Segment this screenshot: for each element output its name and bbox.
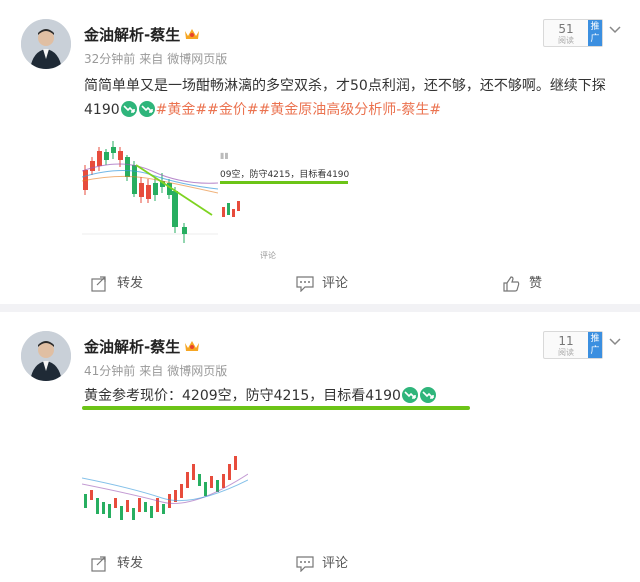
read-count: 51 <box>558 22 574 36</box>
action-bar: 转发 评论 <box>0 553 640 575</box>
source-prefix: 来自 <box>139 364 164 378</box>
read-count: 11 <box>558 334 574 348</box>
post-source[interactable]: 微博网页版 <box>167 52 227 66</box>
down-trend-emoji-icon <box>120 101 137 117</box>
avatar[interactable] <box>21 19 71 69</box>
repost-label: 转发 <box>117 276 144 291</box>
avatar[interactable] <box>21 331 71 381</box>
post-source[interactable]: 微博网页版 <box>167 364 227 378</box>
repost-icon <box>91 556 106 572</box>
post-card: 金油解析-蔡生 41分钟前 来自 微博网页版 11 阅读 推广 黄金参考现价：420… <box>0 312 640 582</box>
author-link[interactable]: 金油解析-蔡生 <box>84 338 180 356</box>
hashtag-link[interactable]: #黄金原油高级分析师-蔡生# <box>259 102 442 118</box>
repost-icon <box>91 276 106 292</box>
post-image-chart[interactable] <box>82 454 248 526</box>
post-image-caption[interactable]: ▮▮ 09空，防守4215，目标看4190 <box>220 137 350 247</box>
comment-button[interactable]: 评论 <box>296 553 376 575</box>
post-image-chart[interactable] <box>82 137 218 247</box>
like-label: 赞 <box>529 276 543 291</box>
action-bar: 转发 评论 赞 <box>0 273 640 295</box>
repost-button[interactable]: 转发 <box>91 553 171 575</box>
source-prefix: 来自 <box>139 52 164 66</box>
post-text: 简简单单又是一场酣畅淋漓的多空双杀，才50点利润，还不够，还不够啊。继续下探41… <box>84 74 624 122</box>
repost-label: 转发 <box>117 556 144 571</box>
comment-icon <box>296 556 314 572</box>
crown-icon <box>185 29 200 39</box>
like-icon <box>503 276 520 292</box>
post-meta: 41分钟前 来自 微博网页版 <box>84 362 231 379</box>
image-caption-text: 09空，防守4215，目标看4190 <box>220 170 350 180</box>
mini-candles <box>222 201 240 217</box>
down-trend-emoji-icon <box>419 387 436 403</box>
read-count-box[interactable]: 11 阅读 推广 <box>543 331 603 359</box>
down-trend-emoji-icon <box>401 387 418 403</box>
image-underline <box>220 181 348 184</box>
post-text: 黄金参考现价：4209空，防守4215，目标看4190 <box>84 384 624 408</box>
comment-label: 评论 <box>322 556 349 571</box>
chevron-down-icon[interactable] <box>609 336 621 348</box>
comment-icon <box>296 276 314 292</box>
hashtag-link[interactable]: #黄金# <box>156 102 207 118</box>
comment-label: 评论 <box>322 276 349 291</box>
read-label: 阅读 <box>558 36 574 45</box>
promote-button[interactable]: 推广 <box>588 20 602 46</box>
post-time[interactable]: 41分钟前 <box>84 364 135 378</box>
post-card: 金油解析-蔡生 32分钟前 来自 微博网页版 51 阅读 推广 简简单单又是一场酣畅… <box>0 0 640 304</box>
hashtag-link[interactable]: #金价# <box>207 102 258 118</box>
like-button[interactable]: 赞 <box>503 273 583 295</box>
post-time[interactable]: 32分钟前 <box>84 52 135 66</box>
down-trend-emoji-icon <box>138 101 155 117</box>
comment-button[interactable]: 评论 <box>296 273 376 295</box>
post-meta: 32分钟前 来自 微博网页版 <box>84 50 231 67</box>
author-link[interactable]: 金油解析-蔡生 <box>84 26 180 44</box>
highlight-underline <box>82 406 470 410</box>
read-label: 阅读 <box>558 348 574 357</box>
author-name[interactable]: 金油解析-蔡生 <box>84 336 200 357</box>
post-body: 黄金参考现价：4209空，防守4215，目标看4190 <box>84 388 401 404</box>
read-count-box[interactable]: 51 阅读 推广 <box>543 19 603 47</box>
image-comment-label: 评论 <box>260 251 276 260</box>
author-name[interactable]: 金油解析-蔡生 <box>84 24 200 45</box>
crown-icon <box>185 341 200 351</box>
repost-button[interactable]: 转发 <box>91 273 171 295</box>
chevron-down-icon[interactable] <box>609 24 621 36</box>
promote-button[interactable]: 推广 <box>588 332 602 358</box>
